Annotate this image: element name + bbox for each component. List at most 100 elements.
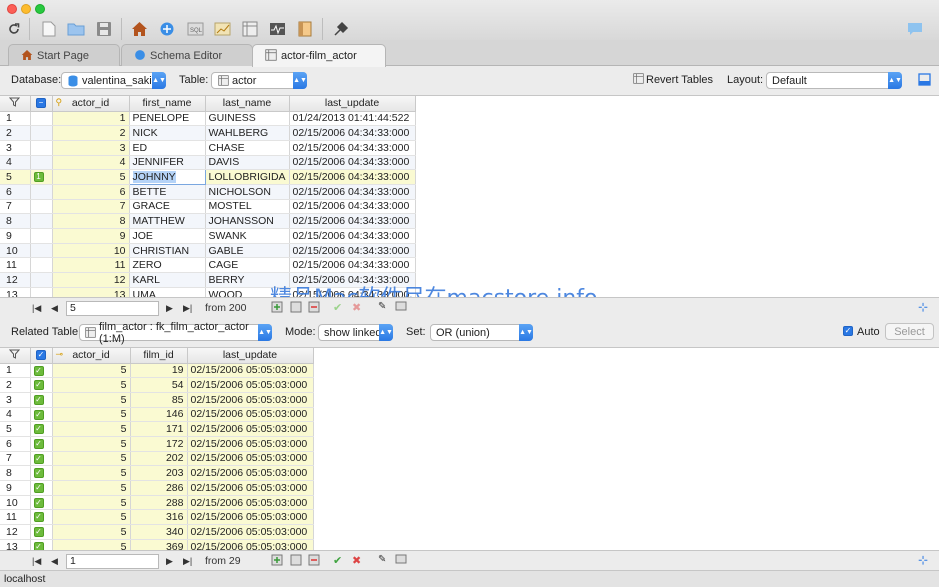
table-row[interactable]: 2 2 NICK WAHLBERG 02/15/2006 04:34:33:000 bbox=[0, 125, 416, 141]
cell-last-update[interactable]: 02/15/2006 05:05:03:000 bbox=[187, 524, 314, 540]
cell-last-name[interactable]: WAHLBERG bbox=[205, 125, 290, 141]
cell-last-update[interactable]: 02/15/2006 04:34:33:000 bbox=[289, 257, 416, 274]
cell-last-update[interactable]: 02/15/2006 04:34:33:000 bbox=[289, 243, 416, 259]
cell-actor-id[interactable]: 5 bbox=[52, 169, 130, 185]
form-view-icon[interactable] bbox=[395, 554, 407, 566]
row-checkbox[interactable]: ✓ bbox=[30, 363, 53, 379]
mode-select[interactable]: show linked ▲▼ bbox=[318, 324, 393, 341]
tab-actor-film-actor[interactable]: actor-film_actor bbox=[252, 44, 386, 67]
table-row[interactable]: 8 8 MATTHEW JOHANSSON 02/15/2006 04:34:33:00… bbox=[0, 213, 416, 229]
row-checkbox[interactable]: ✓ bbox=[30, 436, 53, 452]
chart-icon[interactable] bbox=[213, 20, 231, 38]
row-marker[interactable] bbox=[30, 272, 53, 288]
table-row[interactable]: 7 ✓ 5 202 02/15/2006 05:05:03:000 bbox=[0, 451, 314, 467]
row-checkbox[interactable]: ✓ bbox=[30, 465, 53, 481]
cell-last-update[interactable]: 02/15/2006 04:34:33:000 bbox=[289, 169, 416, 185]
cell-actor-id[interactable]: 12 bbox=[52, 272, 130, 288]
refresh-icon[interactable] bbox=[5, 20, 23, 38]
resize-icon[interactable]: ⊹ bbox=[918, 300, 928, 314]
cancel-icon[interactable]: ✖ bbox=[352, 301, 361, 314]
cell-first-name[interactable]: ZERO bbox=[129, 257, 206, 274]
cell-last-update[interactable]: 02/15/2006 04:34:33:000 bbox=[289, 125, 416, 141]
cell-actor-id[interactable]: 7 bbox=[52, 199, 130, 215]
row-checkbox[interactable]: ✓ bbox=[30, 509, 53, 526]
layout-select[interactable]: Default ▲▼ bbox=[766, 72, 902, 89]
edit-icon[interactable]: ✎ bbox=[378, 554, 386, 565]
cell-last-update[interactable]: 02/15/2006 05:05:03:000 bbox=[187, 495, 314, 511]
row-marker[interactable] bbox=[30, 243, 53, 259]
cell-film-id[interactable]: 54 bbox=[130, 377, 188, 393]
cell-first-name[interactable]: NICK bbox=[129, 125, 206, 141]
first-page-icon[interactable]: |◀ bbox=[32, 303, 41, 314]
duplicate-record-icon[interactable] bbox=[290, 554, 302, 568]
cell-first-name[interactable]: PENELOPE bbox=[129, 111, 206, 127]
cell-first-name[interactable]: GRACE bbox=[129, 199, 206, 215]
cell-actor-id[interactable]: 8 bbox=[52, 213, 130, 229]
save-icon[interactable] bbox=[95, 20, 113, 38]
cell-actor-id[interactable]: 5 bbox=[52, 495, 131, 511]
row-marker[interactable] bbox=[30, 155, 53, 171]
tab-start-page[interactable]: Start Page bbox=[8, 44, 120, 66]
cell-actor-id[interactable]: 5 bbox=[52, 363, 131, 379]
form-view-icon[interactable] bbox=[395, 301, 407, 313]
cell-film-id[interactable]: 286 bbox=[130, 480, 188, 496]
cell-actor-id[interactable]: 5 bbox=[52, 509, 131, 526]
cell-last-update[interactable]: 02/15/2006 04:34:33:000 bbox=[289, 184, 416, 200]
last-page-icon[interactable]: ▶| bbox=[183, 556, 192, 567]
cell-last-update[interactable]: 02/15/2006 05:05:03:000 bbox=[187, 480, 314, 496]
cell-first-name[interactable]: CHRISTIAN bbox=[129, 243, 206, 259]
cell-first-name[interactable]: MATTHEW bbox=[129, 213, 206, 229]
row-checkbox[interactable]: ✓ bbox=[30, 377, 53, 393]
edit-icon[interactable]: ✎ bbox=[378, 301, 386, 312]
cell-first-name[interactable]: JENNIFER bbox=[129, 155, 206, 171]
home-icon[interactable] bbox=[130, 20, 148, 38]
table-row[interactable]: 5 ✓ 5 171 02/15/2006 05:05:03:000 bbox=[0, 421, 314, 437]
cell-actor-id[interactable]: 6 bbox=[52, 184, 130, 200]
cell-last-name[interactable]: LOLLOBRIGIDA bbox=[205, 169, 290, 185]
cell-actor-id[interactable]: 2 bbox=[52, 125, 130, 141]
cell-film-id[interactable]: 172 bbox=[130, 436, 188, 452]
table-row[interactable]: 5 1 5 JOHNNY LOLLOBRIGIDA 02/15/2006 04:34:33… bbox=[0, 169, 416, 185]
table-row[interactable]: 6 6 BETTE NICHOLSON 02/15/2006 04:34:33:000 bbox=[0, 184, 416, 200]
next-page-icon[interactable]: ▶ bbox=[166, 556, 173, 567]
minimize-window-button[interactable] bbox=[21, 4, 31, 14]
table-icon[interactable] bbox=[241, 20, 259, 38]
activity-icon[interactable] bbox=[268, 20, 286, 38]
table-row[interactable]: 11 ✓ 5 316 02/15/2006 05:05:03:000 bbox=[0, 509, 314, 526]
cell-last-update[interactable]: 02/15/2006 05:05:03:000 bbox=[187, 377, 314, 393]
cell-last-name[interactable]: DAVIS bbox=[205, 155, 290, 171]
table-row[interactable]: 4 4 JENNIFER DAVIS 02/15/2006 04:34:33:000 bbox=[0, 155, 416, 171]
cell-last-update[interactable]: 02/15/2006 05:05:03:000 bbox=[187, 509, 314, 526]
revert-tables-button[interactable]: Revert Tables bbox=[646, 74, 713, 86]
cell-actor-id[interactable]: 5 bbox=[52, 465, 131, 481]
set-select[interactable]: OR (union) ▲▼ bbox=[430, 324, 533, 341]
table-row[interactable]: 3 ✓ 5 85 02/15/2006 05:05:03:000 bbox=[0, 392, 314, 408]
select-button[interactable]: Select bbox=[885, 323, 934, 340]
cell-last-name[interactable]: GUINESS bbox=[205, 111, 290, 127]
cell-actor-id[interactable]: 10 bbox=[52, 243, 130, 259]
table-row[interactable]: 3 3 ED CHASE 02/15/2006 04:34:33:000 bbox=[0, 140, 416, 156]
row-checkbox[interactable]: ✓ bbox=[30, 524, 53, 540]
table-row[interactable]: 1 1 PENELOPE GUINESS 01/24/2013 01:41:44:522 bbox=[0, 111, 416, 127]
cell-film-id[interactable]: 288 bbox=[130, 495, 188, 511]
tab-schema-editor[interactable]: Schema Editor bbox=[121, 44, 253, 66]
row-marker[interactable] bbox=[30, 213, 53, 229]
cell-last-name[interactable]: SWANK bbox=[205, 228, 290, 244]
delete-record-icon[interactable] bbox=[308, 301, 320, 315]
row-checkbox[interactable]: ✓ bbox=[30, 392, 53, 408]
add-record-icon[interactable] bbox=[271, 301, 283, 315]
cell-actor-id[interactable]: 1 bbox=[52, 111, 130, 127]
filter-icon[interactable] bbox=[0, 348, 31, 364]
cell-film-id[interactable]: 171 bbox=[130, 421, 188, 437]
table-row[interactable]: 1 ✓ 5 19 02/15/2006 05:05:03:000 bbox=[0, 363, 314, 379]
cell-actor-id[interactable]: 5 bbox=[52, 392, 131, 408]
column-header-actor-id[interactable]: ⚲ actor_id bbox=[52, 96, 130, 112]
cell-film-id[interactable]: 85 bbox=[130, 392, 188, 408]
table-row[interactable]: 9 9 JOE SWANK 02/15/2006 04:34:33:000 bbox=[0, 228, 416, 244]
cell-last-update[interactable]: 02/15/2006 04:34:33:000 bbox=[289, 140, 416, 156]
cancel-icon[interactable]: ✖ bbox=[352, 554, 361, 567]
table-row[interactable]: 6 ✓ 5 172 02/15/2006 05:05:03:000 bbox=[0, 436, 314, 452]
cell-actor-id[interactable]: 11 bbox=[52, 257, 130, 274]
delete-record-icon[interactable] bbox=[308, 554, 320, 568]
cell-actor-id[interactable]: 5 bbox=[52, 436, 131, 452]
